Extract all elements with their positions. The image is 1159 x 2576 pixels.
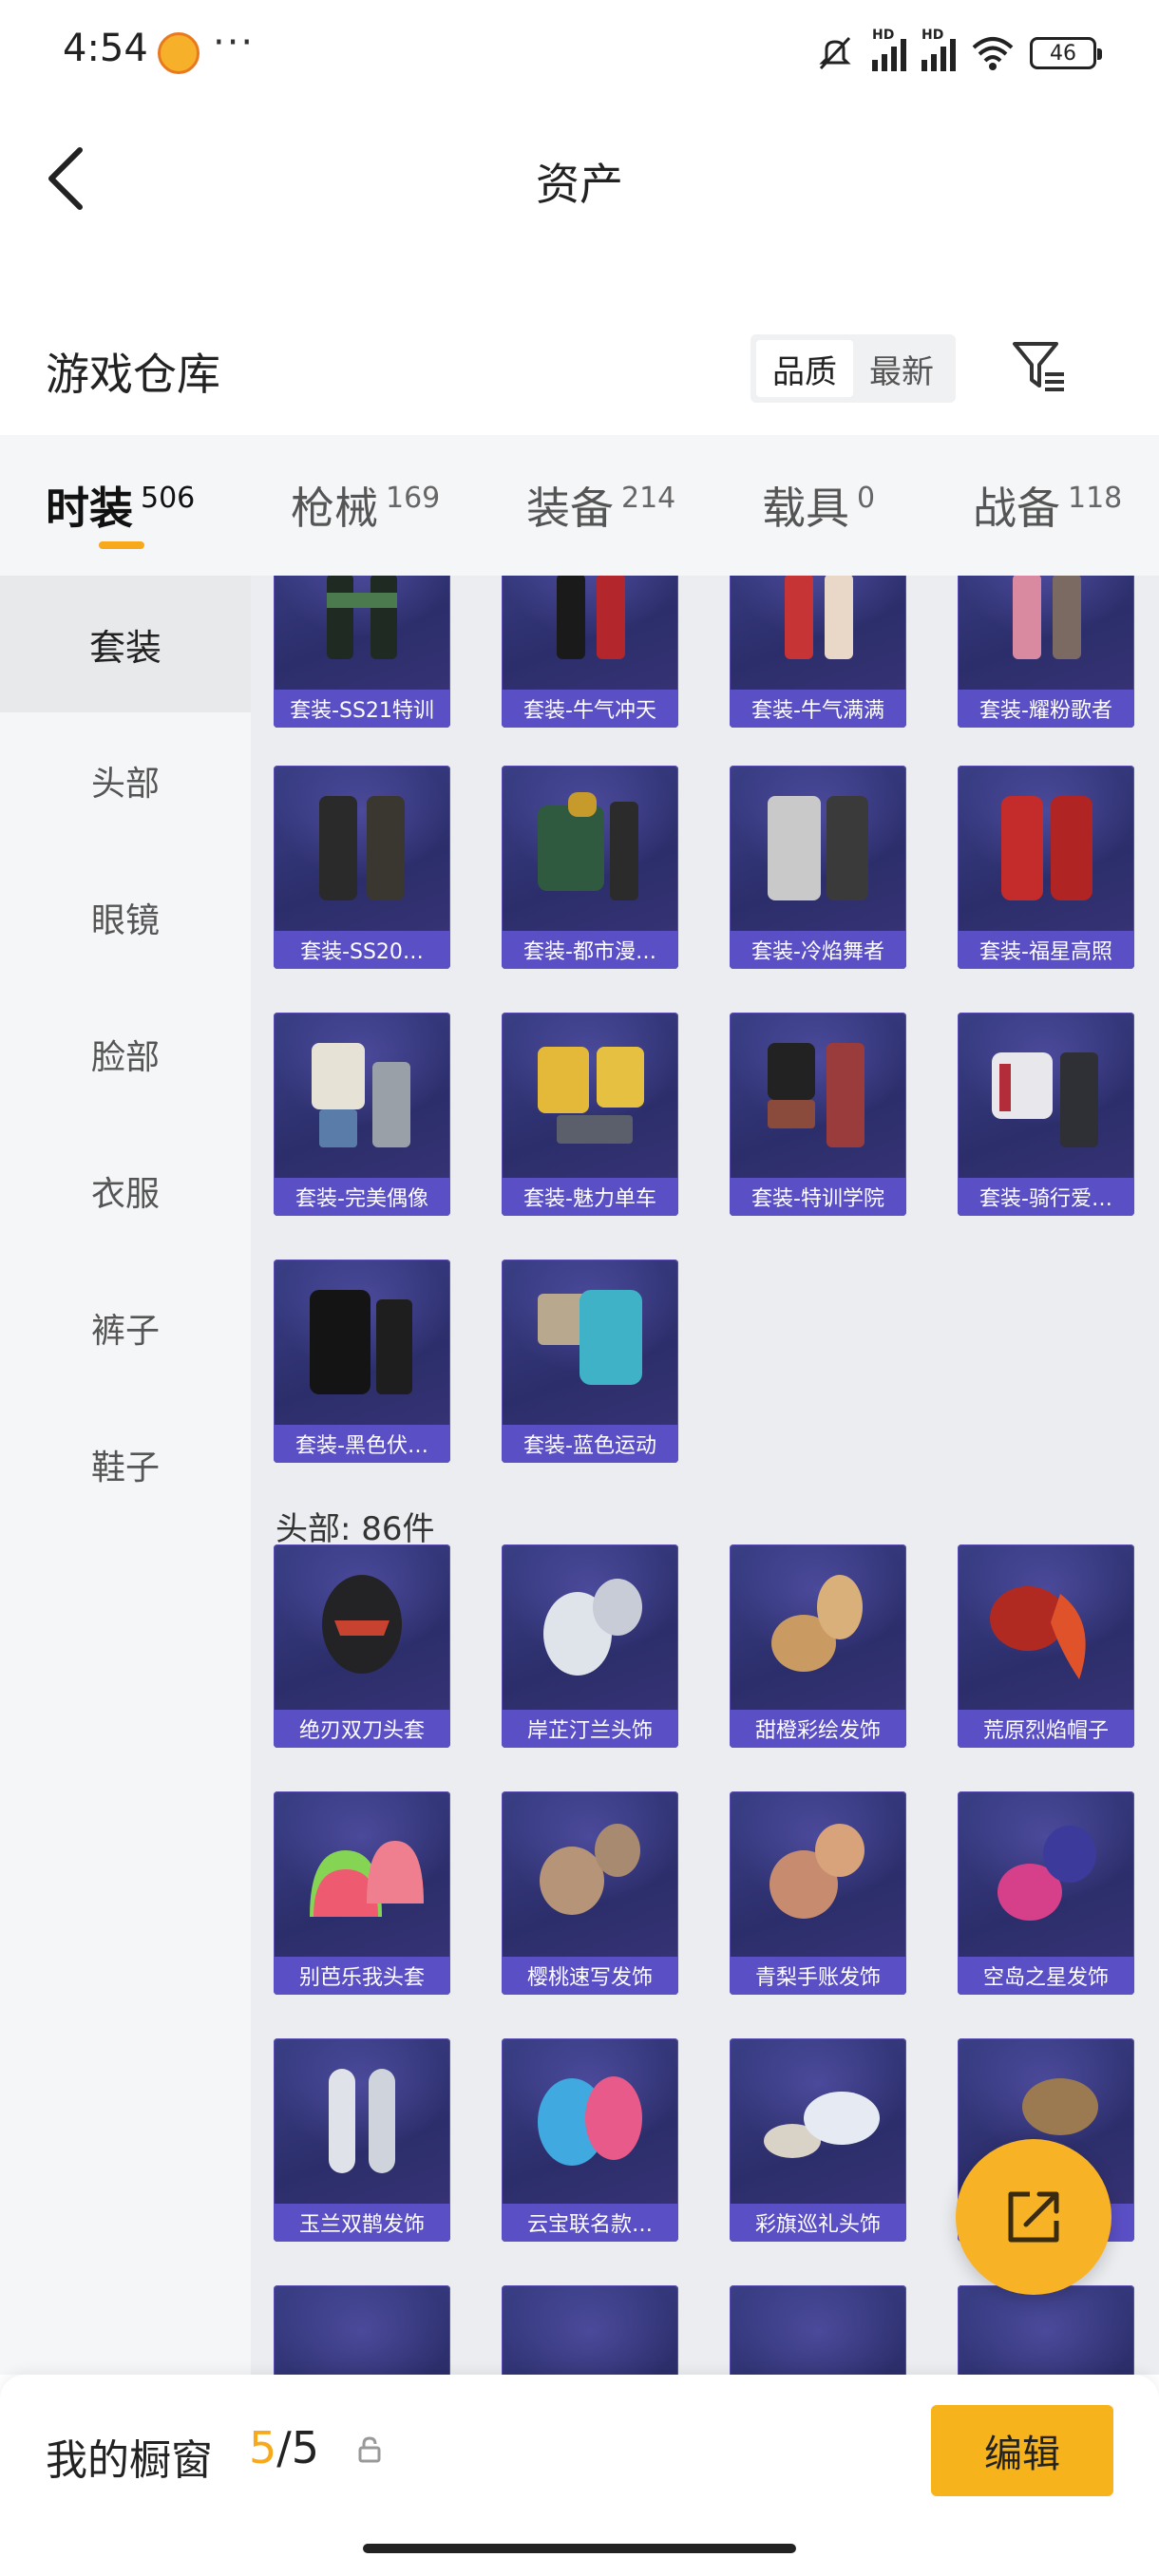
item-card[interactable]: 套装-骑行爱…: [958, 1013, 1134, 1216]
outfit-icon: [312, 1043, 410, 1147]
home-indicator[interactable]: [363, 2544, 796, 2553]
category-tabs: 时装 506 枪械 169 装备 214 载具 0 战备 118: [0, 435, 1159, 576]
head-item-icon: [770, 1824, 864, 1919]
item-card[interactable]: 绝刃双刀头套: [274, 1544, 450, 1748]
tab-guns[interactable]: 枪械 169: [291, 435, 440, 576]
item-card[interactable]: 荒原烈焰帽子: [958, 1544, 1134, 1748]
notification-app-icon: [158, 32, 200, 74]
section-header-head: 头部: 86件: [276, 1510, 435, 1548]
outfit-icon: [768, 796, 868, 900]
item-card[interactable]: 套装-SS21特训: [274, 576, 450, 728]
item-card[interactable]: [958, 2285, 1134, 2375]
head-item-icon: [543, 1579, 642, 1676]
bottom-bar: 我的橱窗 5/5 编辑: [0, 2375, 1159, 2576]
signal-icon-2: HD: [922, 28, 956, 71]
item-card[interactable]: 彩旗巡礼头饰: [730, 2038, 906, 2242]
item-card[interactable]: 套装-完美偶像: [274, 1013, 450, 1216]
item-card[interactable]: 别芭乐我头套: [274, 1791, 450, 1995]
item-card[interactable]: 套装-福星高照: [958, 766, 1134, 969]
signal-icon: HD: [872, 28, 906, 71]
head-item-icon: [322, 1575, 402, 1674]
outfit-icon: [785, 576, 853, 659]
showcase-count: 5/5: [249, 2422, 320, 2473]
outfit-icon: [1013, 576, 1081, 659]
outfit-icon: [992, 1052, 1098, 1147]
head-item-icon: [764, 2092, 880, 2158]
share-icon: [1008, 2191, 1059, 2243]
more-notifications-icon: ···: [213, 21, 256, 65]
sidebar: 套装 头部 眼镜 脸部 衣服 裤子 鞋子: [0, 576, 251, 2375]
item-card[interactable]: 甜橙彩绘发饰: [730, 1544, 906, 1748]
sort-quality[interactable]: 品质: [756, 340, 853, 397]
head-item-icon: [990, 1586, 1086, 1679]
sort-toggle: 品质 最新: [750, 334, 956, 403]
head-item-icon: [538, 2076, 642, 2166]
item-card[interactable]: 青梨手账发饰: [730, 1791, 906, 1995]
item-card[interactable]: 套装-牛气满满: [730, 576, 906, 728]
sidebar-item-suits[interactable]: 套装: [0, 576, 251, 712]
outfit-icon: [557, 576, 625, 659]
item-card[interactable]: 岸芷汀兰头饰: [502, 1544, 678, 1748]
status-bar: 4:54 ··· HD HD 46: [0, 0, 1159, 104]
item-card[interactable]: 套装-黑色伏…: [274, 1260, 450, 1463]
item-grid: 套装-SS21特训 套装-牛气冲天 套装-牛气满满 套装-耀粉歌者 套装-SS2…: [251, 576, 1159, 2375]
item-card[interactable]: 套装-牛气冲天: [502, 576, 678, 728]
outfit-icon: [768, 1043, 864, 1147]
outfit-icon: [310, 1290, 412, 1394]
item-card[interactable]: 樱桃速写发饰: [502, 1791, 678, 1995]
head-item-icon: [329, 2069, 395, 2173]
outfit-icon: [1001, 796, 1092, 900]
warehouse-title: 游戏仓库: [46, 349, 220, 400]
item-card[interactable]: 套装-魅力单车: [502, 1013, 678, 1216]
head-item-icon: [310, 1841, 424, 1917]
item-card[interactable]: [730, 2285, 906, 2375]
tab-supplies[interactable]: 战备 118: [973, 435, 1122, 576]
head-item-icon: [998, 1826, 1096, 1921]
showcase-label: 我的橱窗: [46, 2436, 213, 2485]
item-card[interactable]: 套装-特训学院: [730, 1013, 906, 1216]
active-tab-indicator: [99, 541, 144, 549]
item-card[interactable]: 套装-蓝色运动: [502, 1260, 678, 1463]
page-title: 资产: [536, 159, 623, 210]
tab-equipment[interactable]: 装备 214: [526, 435, 675, 576]
item-card[interactable]: 空岛之星发饰: [958, 1791, 1134, 1995]
item-card[interactable]: 套装-冷焰舞者: [730, 766, 906, 969]
share-button[interactable]: [956, 2139, 1112, 2295]
filter-icon[interactable]: [1009, 336, 1070, 397]
item-card[interactable]: 套装-SS20…: [274, 766, 450, 969]
sort-newest[interactable]: 最新: [853, 340, 950, 397]
edit-button[interactable]: 编辑: [931, 2405, 1113, 2496]
item-card[interactable]: [502, 2285, 678, 2375]
mute-icon: [819, 36, 851, 70]
item-card[interactable]: 套装-耀粉歌者: [958, 576, 1134, 728]
lock-icon: [358, 2436, 381, 2463]
head-item-icon: [771, 1575, 863, 1672]
battery-icon: 46: [1030, 37, 1102, 69]
outfit-icon: [538, 1290, 642, 1385]
tab-fashion[interactable]: 时装 506: [46, 435, 195, 576]
head-item-icon: [540, 1824, 640, 1915]
outfit-icon: [319, 796, 405, 900]
outfit-icon: [538, 792, 638, 900]
sidebar-item-shoes[interactable]: 鞋子: [0, 1396, 251, 1533]
sidebar-item-pants[interactable]: 裤子: [0, 1260, 251, 1396]
item-card[interactable]: 云宝联名款…: [502, 2038, 678, 2242]
status-icons: HD HD 46: [813, 28, 1102, 76]
outfit-icon: [538, 1047, 644, 1144]
tab-vehicles[interactable]: 载具 0: [762, 435, 875, 576]
sidebar-item-face[interactable]: 脸部: [0, 986, 251, 1123]
sidebar-item-clothes[interactable]: 衣服: [0, 1123, 251, 1260]
status-time: 4:54: [63, 27, 148, 70]
outfit-icon: [327, 576, 397, 659]
wifi-icon: [972, 37, 1014, 70]
item-card[interactable]: 套装-都市漫…: [502, 766, 678, 969]
item-card[interactable]: 玉兰双鹊发饰: [274, 2038, 450, 2242]
item-card[interactable]: [274, 2285, 450, 2375]
sidebar-item-glasses[interactable]: 眼镜: [0, 849, 251, 986]
sidebar-item-head[interactable]: 头部: [0, 712, 251, 849]
